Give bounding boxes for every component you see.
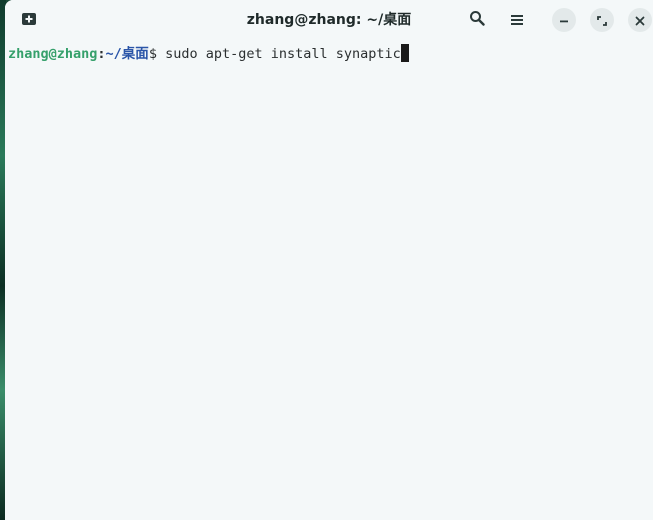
text-cursor [400, 44, 409, 62]
search-icon [469, 10, 485, 30]
terminal-window: zhang@zhang: ~/桌面 zhang@zhang:~/桌面$ sudo… [5, 0, 653, 520]
hamburger-menu-icon [510, 11, 524, 30]
close-icon [635, 11, 645, 30]
new-tab-icon [21, 11, 37, 30]
maximize-icon [597, 11, 607, 30]
terminal-output[interactable]: zhang@zhang:~/桌面$ sudo apt-get install s… [5, 40, 653, 520]
new-tab-button[interactable] [15, 8, 43, 32]
close-button[interactable] [628, 8, 652, 32]
prompt-sign: $ [148, 46, 157, 62]
command-text: sudo apt-get install synaptic [156, 46, 401, 62]
search-button[interactable] [465, 8, 489, 32]
menu-button[interactable] [505, 8, 529, 32]
titlebar: zhang@zhang: ~/桌面 [5, 0, 653, 40]
prompt-user-host: zhang@zhang [8, 46, 98, 62]
prompt-colon: : [97, 46, 106, 62]
minimize-icon [559, 11, 569, 30]
maximize-button[interactable] [590, 8, 614, 32]
minimize-button[interactable] [552, 8, 576, 32]
prompt-path: ~/桌面 [105, 46, 149, 62]
